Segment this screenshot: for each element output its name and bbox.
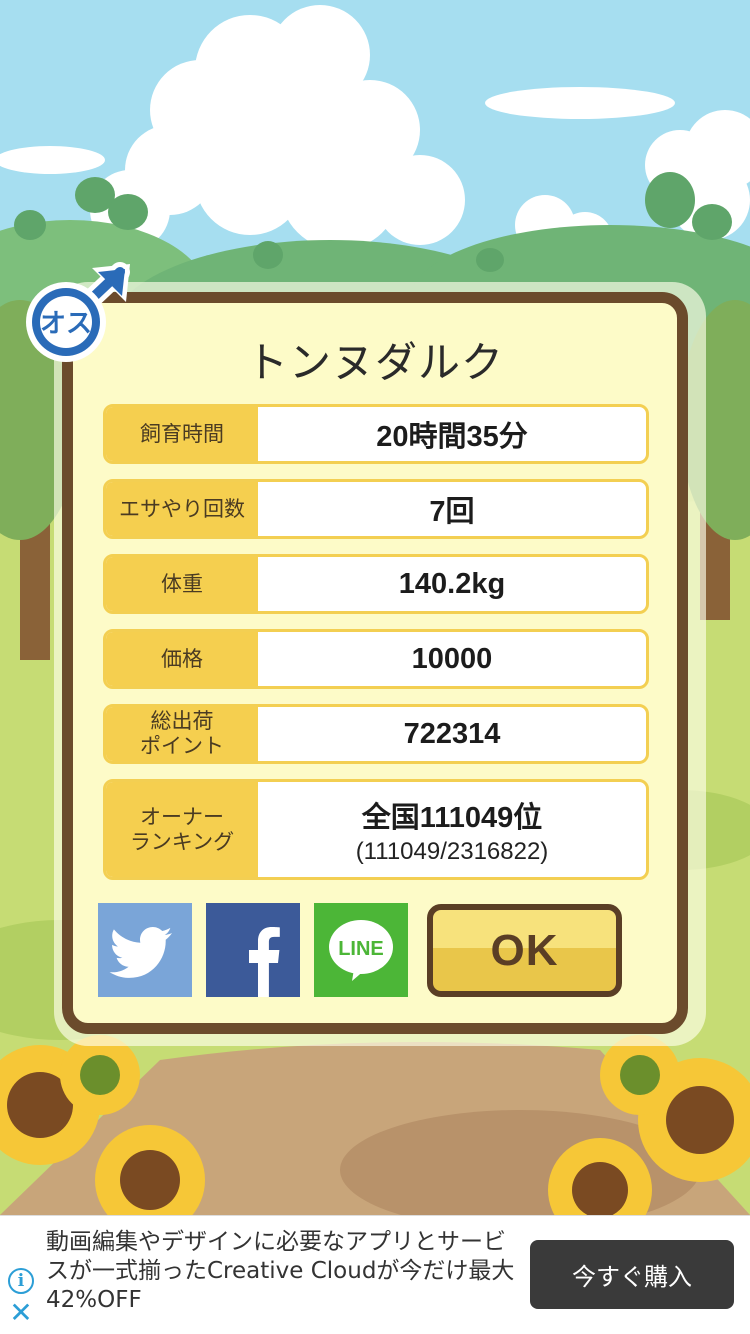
stat-row-weight: 体重 140.2kg xyxy=(103,554,649,614)
ad-text: 動画編集やデザインに必要なアプリとサービスが一式揃ったCreative Clou… xyxy=(46,1229,515,1313)
stat-label: 総出荷 ポイント xyxy=(106,707,258,761)
line-icon-label: LINE xyxy=(338,938,384,960)
stat-row-owner-ranking: オーナー ランキング 全国111049位 (111049/2316822) xyxy=(103,779,649,880)
stat-row-feed-count: エサやり回数 7回 xyxy=(103,479,649,539)
stat-label: エサやり回数 xyxy=(106,482,258,536)
ok-button-label: OK xyxy=(490,925,559,975)
line-share-button[interactable]: LINE xyxy=(314,903,408,997)
facebook-icon xyxy=(249,927,280,997)
stat-value: 20時間35分 xyxy=(376,421,528,453)
facebook-share-button[interactable] xyxy=(206,903,300,997)
male-gender-badge: オス xyxy=(24,262,136,366)
stat-value: 140.2kg xyxy=(398,567,506,600)
stat-value: 7回 xyxy=(429,496,475,528)
stat-value-group: 全国111049位 (111049/2316822) xyxy=(258,782,646,877)
stat-value: 全国111049位 xyxy=(361,801,543,834)
stat-label: 飼育時間 xyxy=(106,407,258,461)
stat-row-total-shipment-points: 総出荷 ポイント 722314 xyxy=(103,704,649,764)
line-icon: LINE xyxy=(329,920,393,981)
ad-banner[interactable]: i ✕ 動画編集やデザインに必要なアプリとサービスが一式揃ったCreative … xyxy=(0,1215,750,1334)
pet-name-title: トンヌダルク xyxy=(245,338,504,387)
ok-button[interactable]: OK xyxy=(427,904,622,997)
stat-label: 価格 xyxy=(106,632,258,686)
twitter-bird-icon xyxy=(109,927,172,978)
stat-label: オーナー ランキング xyxy=(106,782,258,877)
twitter-share-button[interactable] xyxy=(98,903,192,997)
gender-label: オス xyxy=(40,309,92,339)
ad-buy-now-button[interactable]: 今すぐ購入 xyxy=(530,1240,734,1309)
ad-info-icon[interactable]: i xyxy=(8,1268,34,1294)
stat-value: 10000 xyxy=(411,642,493,675)
stat-row-price: 価格 10000 xyxy=(103,629,649,689)
stat-label: 体重 xyxy=(106,557,258,611)
male-symbol-icon: オス xyxy=(26,262,130,362)
stat-subvalue: (111049/2316822) xyxy=(355,837,549,865)
stat-value: 722314 xyxy=(403,717,501,750)
ad-close-icon[interactable]: ✕ xyxy=(8,1299,34,1327)
pet-result-dialog: トンヌダルク 飼育時間 20時間35分 エサやり回数 7回 体重 140.2kg… xyxy=(62,292,688,1034)
stat-row-raising-time: 飼育時間 20時間35分 xyxy=(103,404,649,464)
